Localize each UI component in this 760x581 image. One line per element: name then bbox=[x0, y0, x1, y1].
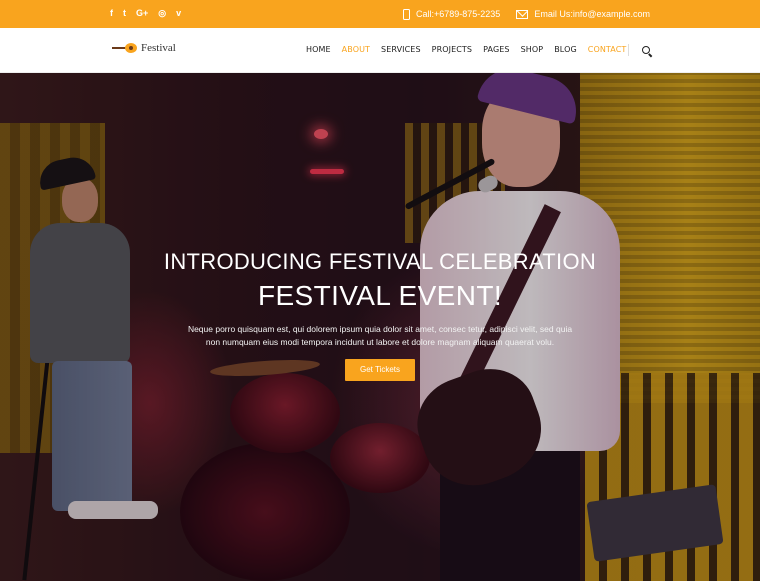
hero-subtitle: INTRODUCING FESTIVAL CELEBRATION bbox=[163, 249, 597, 274]
google-plus-icon[interactable]: G+ bbox=[136, 7, 148, 19]
logo[interactable]: Festival bbox=[112, 42, 176, 54]
social-links: f t G+ ◎ v bbox=[110, 7, 181, 19]
twitter-icon[interactable]: t bbox=[123, 7, 126, 19]
top-bar: f t G+ ◎ v Call:+6789-875-2235 Email Us:… bbox=[0, 0, 760, 28]
phone-text: Call:+6789-875-2235 bbox=[415, 9, 501, 19]
nav-shop[interactable]: SHOP bbox=[521, 45, 544, 54]
hero-banner: INTRODUCING FESTIVAL CELEBRATION FESTIVA… bbox=[0, 73, 760, 581]
nav-services[interactable]: SERVICES bbox=[381, 45, 421, 54]
guitar-logo-icon bbox=[112, 43, 137, 53]
nav-divider bbox=[628, 44, 629, 56]
nav-contact[interactable]: CONTACT bbox=[588, 45, 627, 54]
mail-icon bbox=[516, 9, 529, 19]
hero-content: INTRODUCING FESTIVAL CELEBRATION FESTIVA… bbox=[0, 249, 760, 381]
logo-text: Festival bbox=[141, 42, 176, 54]
nav-blog[interactable]: BLOG bbox=[554, 45, 577, 54]
nav-home[interactable]: HOME bbox=[306, 45, 331, 54]
dribbble-icon[interactable]: ◎ bbox=[158, 7, 166, 19]
phone-icon bbox=[402, 8, 410, 20]
hero-title: FESTIVAL EVENT! bbox=[257, 280, 503, 311]
nav-about[interactable]: ABOUT bbox=[342, 45, 370, 54]
facebook-icon[interactable]: f bbox=[110, 7, 113, 19]
email-contact[interactable]: Email Us:info@example.com bbox=[516, 7, 650, 21]
vimeo-icon[interactable]: v bbox=[176, 7, 181, 19]
email-text: Email Us:info@example.com bbox=[534, 9, 650, 19]
contact-info: Call:+6789-875-2235 Email Us:info@exampl… bbox=[402, 7, 650, 21]
hero-description: Neque porro quisquam est, qui dolorem ip… bbox=[187, 324, 573, 347]
main-header: Festival HOME ABOUT SERVICES PROJECTS PA… bbox=[0, 28, 760, 73]
nav-projects[interactable]: PROJECTS bbox=[432, 45, 472, 54]
search-icon[interactable] bbox=[642, 46, 650, 54]
main-nav: HOME ABOUT SERVICES PROJECTS PAGES SHOP … bbox=[306, 45, 626, 54]
nav-pages[interactable]: PAGES bbox=[483, 45, 509, 54]
phone-contact[interactable]: Call:+6789-875-2235 bbox=[402, 7, 501, 21]
get-tickets-button[interactable]: Get Tickets bbox=[345, 359, 415, 381]
